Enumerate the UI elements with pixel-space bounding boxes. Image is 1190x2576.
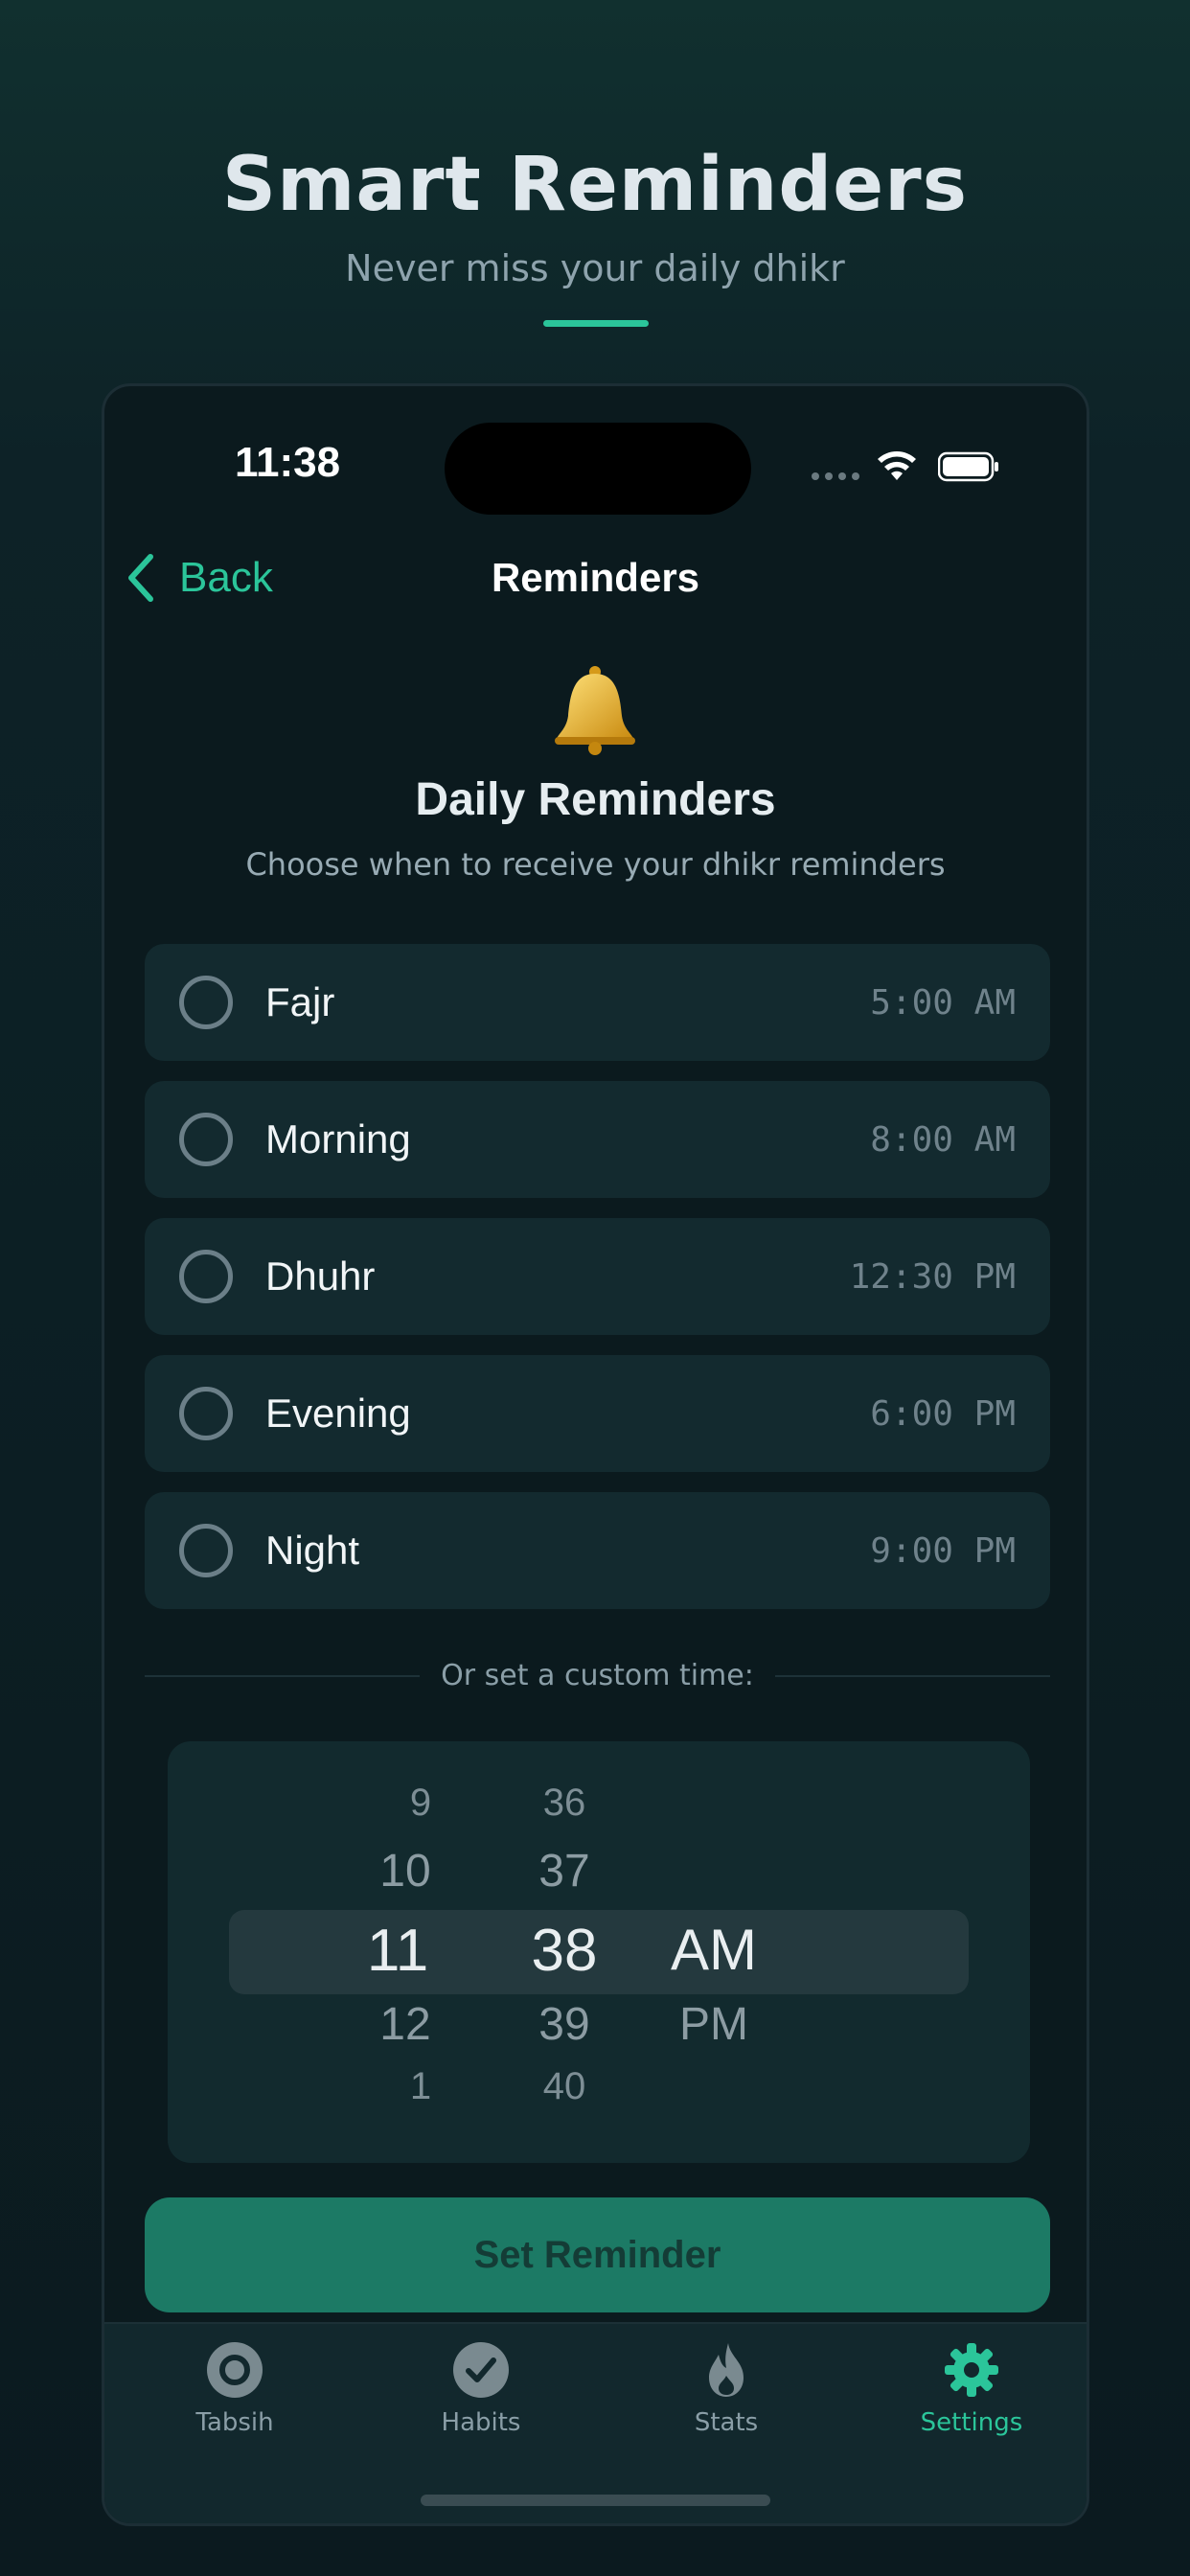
minute-wheel[interactable]: 36 37 38 39 40 xyxy=(497,1741,631,2163)
tasbih-icon xyxy=(207,2342,263,2398)
flame-icon xyxy=(709,2343,744,2397)
tab-settings[interactable]: Settings xyxy=(876,2341,1067,2437)
hour-option[interactable]: 1 xyxy=(354,2065,488,2108)
bell-icon xyxy=(555,666,635,755)
dynamic-island xyxy=(445,423,751,515)
hour-wheel[interactable]: 9 10 11 12 1 xyxy=(331,1741,465,2163)
tab-label: Tabsih xyxy=(195,2408,274,2437)
reminder-label: Morning xyxy=(265,1116,411,1162)
reminder-label: Evening xyxy=(265,1391,411,1436)
nav-title: Reminders xyxy=(491,555,700,600)
reminder-label: Fajr xyxy=(265,979,335,1024)
reminder-night[interactable]: Night 9:00 PM xyxy=(145,1492,1050,1609)
set-reminder-button[interactable]: Set Reminder xyxy=(145,2197,1050,2312)
divider-line xyxy=(774,1674,1051,1677)
tab-label: Settings xyxy=(920,2408,1023,2437)
hour-option[interactable]: 10 xyxy=(338,1845,472,1898)
tab-stats[interactable]: Stats xyxy=(630,2341,822,2437)
battery-icon xyxy=(938,451,998,482)
time-picker[interactable]: 9 10 11 12 1 36 37 38 39 40 AM PM xyxy=(168,1741,1030,2163)
reminder-fajr[interactable]: Fajr 5:00 AM xyxy=(145,944,1050,1061)
radio-button[interactable] xyxy=(179,1113,233,1166)
reminder-list: Fajr 5:00 AM Morning 8:00 AM Dhuhr 12:30… xyxy=(145,944,1050,1629)
minute-option[interactable]: 37 xyxy=(497,1845,631,1898)
radio-button[interactable] xyxy=(179,976,233,1029)
custom-time-label: Or set a custom time: xyxy=(441,1659,754,1692)
reminder-label: Dhuhr xyxy=(265,1254,376,1299)
minute-option[interactable]: 36 xyxy=(497,1782,631,1825)
tab-label: Habits xyxy=(441,2408,521,2437)
hour-option[interactable]: 12 xyxy=(338,1998,472,2051)
minute-option[interactable]: 39 xyxy=(497,1998,631,2051)
reminder-time: 8:00 AM xyxy=(870,1119,1016,1160)
phone-frame: 11:38 Back Reminders Daily Reminders Cho… xyxy=(102,383,1089,2526)
tab-habits[interactable]: Habits xyxy=(385,2341,577,2437)
wifi-icon xyxy=(878,451,916,480)
divider-line xyxy=(145,1674,421,1677)
hour-option[interactable]: 9 xyxy=(354,1782,488,1825)
reminder-morning[interactable]: Morning 8:00 AM xyxy=(145,1081,1050,1198)
period-option-selected[interactable]: AM xyxy=(647,1917,781,1983)
minute-option[interactable]: 40 xyxy=(497,2065,631,2108)
radio-button[interactable] xyxy=(179,1387,233,1440)
custom-time-divider: Or set a custom time: xyxy=(145,1659,1051,1692)
minute-option-selected[interactable]: 38 xyxy=(497,1917,631,1985)
radio-button[interactable] xyxy=(179,1524,233,1577)
tab-bar: Tabsih Habits Stats Settings xyxy=(104,2322,1087,2523)
reminder-evening[interactable]: Evening 6:00 PM xyxy=(145,1355,1050,1472)
check-icon xyxy=(453,2342,509,2398)
hero-underline xyxy=(543,320,649,327)
signal-icon xyxy=(812,472,859,480)
hero-title: Smart Reminders xyxy=(221,142,969,228)
section-subtitle: Choose when to receive your dhikr remind… xyxy=(245,846,946,883)
period-wheel[interactable]: AM PM xyxy=(647,1741,781,2163)
period-option[interactable]: PM xyxy=(647,1998,781,2051)
tab-tasbih[interactable]: Tabsih xyxy=(139,2341,331,2437)
hero-subtitle: Never miss your daily dhikr xyxy=(345,247,845,289)
radio-button[interactable] xyxy=(179,1250,233,1303)
reminder-time: 12:30 PM xyxy=(849,1256,1016,1297)
home-indicator xyxy=(421,2495,770,2506)
reminder-label: Night xyxy=(265,1528,360,1573)
section-title: Daily Reminders xyxy=(415,774,776,825)
reminder-dhuhr[interactable]: Dhuhr 12:30 PM xyxy=(145,1218,1050,1335)
tab-label: Stats xyxy=(694,2408,759,2437)
gear-icon xyxy=(945,2343,998,2397)
reminder-time: 6:00 PM xyxy=(870,1393,1016,1434)
status-time: 11:38 xyxy=(235,439,341,486)
hour-option-selected[interactable]: 11 xyxy=(331,1917,465,1985)
reminder-time: 9:00 PM xyxy=(870,1530,1016,1571)
reminder-time: 5:00 AM xyxy=(870,982,1016,1023)
